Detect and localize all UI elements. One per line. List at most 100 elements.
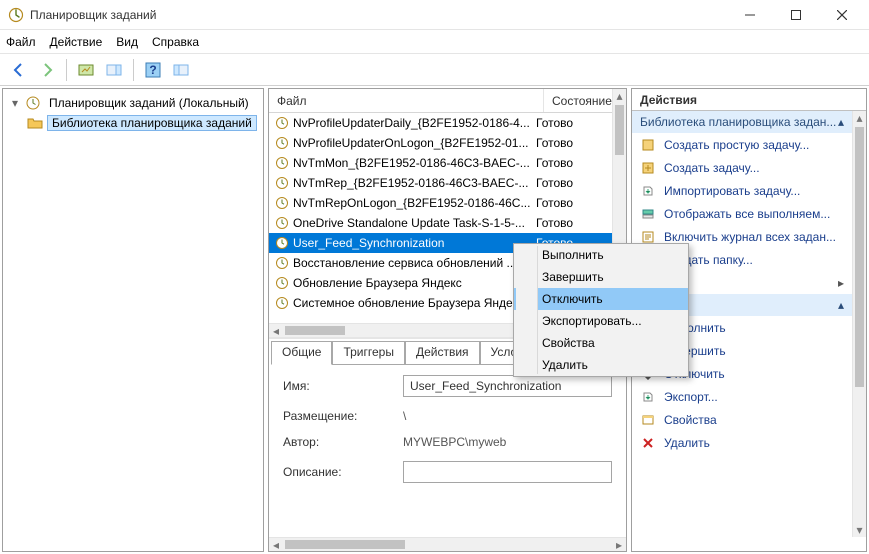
menu-view[interactable]: Вид	[116, 35, 138, 49]
task-row[interactable]: OneDrive Standalone Update Task-S-1-5-..…	[269, 213, 612, 233]
refresh-button[interactable]	[168, 57, 194, 83]
tree-pane: ▾ Планировщик заданий (Локальный) Библио…	[2, 88, 264, 552]
list-header: Файл Состояние	[269, 89, 626, 113]
context-menu-item[interactable]: Выполнить	[514, 244, 688, 266]
menu-action[interactable]: Действие	[50, 35, 103, 49]
context-menu-item[interactable]: Отключить	[514, 288, 688, 310]
task-name: User_Feed_Synchronization	[293, 236, 444, 250]
action-label: Удалить	[664, 436, 844, 450]
context-menu-item[interactable]: Свойства	[514, 332, 688, 354]
task-name: Системное обновление Браузера Яндекс	[293, 296, 524, 310]
context-menu-item[interactable]: Завершить	[514, 266, 688, 288]
task-row[interactable]: NvProfileUpdaterDaily_{B2FE1952-0186-4..…	[269, 113, 612, 133]
action-label: Экспорт...	[664, 390, 844, 404]
scroll-thumb[interactable]	[285, 326, 345, 335]
help-button[interactable]: ?	[140, 57, 166, 83]
collapse-icon[interactable]: ▴	[838, 298, 844, 312]
task-row[interactable]: NvTmMon_{B2FE1952-0186-46C3-BAEC-...Гото…	[269, 153, 612, 173]
scroll-left-icon[interactable]: ◂	[269, 324, 283, 337]
actions-group-library[interactable]: Библиотека планировщика задан...▴	[632, 111, 852, 133]
toolbar: ?	[0, 54, 869, 86]
task-state: Готово	[530, 196, 612, 210]
scroll-thumb[interactable]	[285, 540, 405, 549]
task-row[interactable]: NvTmRep_{B2FE1952-0186-46C3-BAEC-...Гото…	[269, 173, 612, 193]
task-state: Готово	[530, 216, 612, 230]
clock-icon	[275, 236, 289, 250]
details-horizontal-scrollbar[interactable]: ◂ ▸	[269, 537, 626, 551]
name-field[interactable]	[403, 375, 612, 397]
action-icon	[640, 184, 656, 198]
task-row[interactable]: NvTmRepOnLogon_{B2FE1952-0186-46C...Гото…	[269, 193, 612, 213]
context-menu-item[interactable]: Удалить	[514, 354, 688, 376]
description-field[interactable]	[403, 461, 612, 483]
task-name: NvProfileUpdaterDaily_{B2FE1952-0186-4..…	[293, 116, 530, 130]
minimize-button[interactable]	[727, 0, 773, 30]
scroll-right-icon[interactable]: ▸	[612, 538, 626, 551]
close-button[interactable]	[819, 0, 865, 30]
task-name: Восстановление сервиса обновлений ...	[293, 256, 517, 270]
expand-icon[interactable]: ▾	[9, 96, 21, 110]
task-state: Готово	[530, 136, 612, 150]
titlebar: Планировщик заданий	[0, 0, 869, 30]
action-label: Отключить	[664, 367, 844, 381]
task-state: Готово	[530, 156, 612, 170]
clock-icon	[275, 116, 289, 130]
scroll-down-icon[interactable]: ▾	[853, 523, 866, 537]
action-item[interactable]: Отображать все выполняем...	[632, 202, 852, 225]
action-label: Завершить	[664, 344, 844, 358]
location-value: \	[403, 409, 612, 423]
tree-root[interactable]: ▾ Планировщик заданий (Локальный)	[5, 93, 261, 113]
action-item[interactable]: Создать простую задачу...	[632, 133, 852, 156]
app-icon	[8, 7, 24, 23]
context-menu-item[interactable]: Экспортировать...	[514, 310, 688, 332]
task-name: NvTmRep_{B2FE1952-0186-46C3-BAEC-...	[293, 176, 528, 190]
clock-icon	[275, 156, 289, 170]
context-menu-gutter	[516, 246, 538, 374]
task-row[interactable]: NvProfileUpdaterOnLogon_{B2FE1952-01...Г…	[269, 133, 612, 153]
menu-help[interactable]: Справка	[152, 35, 199, 49]
location-label: Размещение:	[283, 409, 403, 423]
toolbar-separator	[66, 59, 67, 81]
action-label: Включить журнал всех задан...	[664, 230, 844, 244]
tab-2[interactable]: Действия	[405, 341, 480, 364]
scroll-left-icon[interactable]: ◂	[269, 538, 283, 551]
task-name: NvTmMon_{B2FE1952-0186-46C3-BAEC-...	[293, 156, 530, 170]
tab-0[interactable]: Общие	[271, 341, 332, 365]
author-value: MYWEBPC\myweb	[403, 435, 612, 449]
action-label: Выполнить	[664, 321, 844, 335]
menu-file[interactable]: Файл	[6, 35, 36, 49]
show-hide-actions-button[interactable]	[101, 57, 127, 83]
menu-bar: Файл Действие Вид Справка	[0, 30, 869, 54]
back-button[interactable]	[6, 57, 32, 83]
name-label: Имя:	[283, 379, 403, 393]
actions-vertical-scrollbar[interactable]: ▴ ▾	[852, 111, 866, 537]
context-menu: ВыполнитьЗавершитьОтключитьЭкспортироват…	[513, 243, 689, 377]
tree-library[interactable]: Библиотека планировщика заданий	[5, 113, 261, 133]
action-item[interactable]: Удалить	[632, 431, 852, 454]
action-label: Создать папку...	[664, 253, 844, 267]
collapse-icon[interactable]: ▴	[838, 115, 844, 129]
action-item[interactable]: Свойства	[632, 408, 852, 431]
scroll-thumb[interactable]	[855, 127, 864, 387]
action-item[interactable]: Создать задачу...	[632, 156, 852, 179]
clock-icon	[275, 136, 289, 150]
clock-icon	[275, 256, 289, 270]
clock-icon	[275, 276, 289, 290]
task-name: NvTmRepOnLogon_{B2FE1952-0186-46C...	[293, 196, 530, 210]
clock-icon	[275, 176, 289, 190]
action-label: Создать задачу...	[664, 161, 844, 175]
work-area: ▾ Планировщик заданий (Локальный) Библио…	[0, 86, 869, 554]
tab-1[interactable]: Триггеры	[332, 341, 405, 364]
group-title: Библиотека планировщика задан...	[640, 115, 836, 129]
forward-button[interactable]	[34, 57, 60, 83]
maximize-button[interactable]	[773, 0, 819, 30]
action-item[interactable]: Импортировать задачу...	[632, 179, 852, 202]
show-hide-tree-button[interactable]	[73, 57, 99, 83]
tab-general-content: Имя: Размещение: \ Автор: MYWEBPC\myweb …	[271, 365, 624, 493]
actions-pane-title: Действия	[632, 89, 866, 111]
scroll-thumb[interactable]	[615, 105, 624, 155]
scroll-up-icon[interactable]: ▴	[853, 111, 866, 125]
scroll-up-icon[interactable]: ▴	[613, 89, 626, 103]
action-item[interactable]: Экспорт...	[632, 385, 852, 408]
column-file[interactable]: Файл	[269, 89, 544, 112]
